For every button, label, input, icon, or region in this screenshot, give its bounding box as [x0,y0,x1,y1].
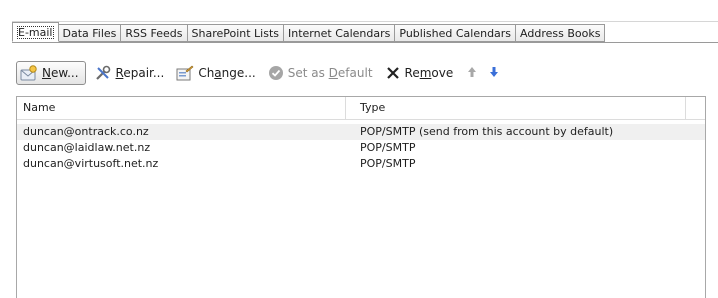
tab-sharepoint-lists[interactable]: SharePoint Lists [187,24,285,42]
top-divider [12,21,718,22]
list-item[interactable]: duncan@ontrack.co.nz POP/SMTP (send from… [17,124,705,140]
down-arrow-icon [489,66,499,81]
tab-strip: E-mail Data Files RSS Feeds SharePoint L… [12,22,606,43]
account-type: POP/SMTP [360,141,416,154]
new-account-icon [20,65,38,81]
account-name: duncan@ontrack.co.nz [23,125,149,138]
checkmark-circle-icon [268,65,284,81]
list-item[interactable]: duncan@laidlaw.net.nz POP/SMTP [17,140,705,156]
column-header-name[interactable]: Name [17,97,346,119]
account-toolbar: New... Repair... Change... Set as Defaul… [16,60,505,86]
remove-x-icon [385,65,401,81]
account-name: duncan@virtusoft.net.nz [23,157,159,170]
list-rows: duncan@ontrack.co.nz POP/SMTP (send from… [17,124,705,172]
account-list: Name Type duncan@ontrack.co.nz POP/SMTP … [16,96,706,298]
tab-address-books[interactable]: Address Books [516,24,606,42]
tab-rss-feeds[interactable]: RSS Feeds [121,24,188,42]
tab-email[interactable]: E-mail [12,22,59,42]
move-up-button[interactable] [461,61,483,85]
change-account-icon [176,65,194,81]
tab-published-calendars[interactable]: Published Calendars [395,24,517,42]
set-as-default-button[interactable]: Set as Default [264,61,377,85]
tab-internet-calendars[interactable]: Internet Calendars [284,24,396,42]
change-button[interactable]: Change... [172,61,259,85]
account-type: POP/SMTP (send from this account by defa… [360,125,614,138]
repair-button[interactable]: Repair... [90,61,169,85]
up-arrow-icon [467,66,477,81]
tab-data-files[interactable]: Data Files [58,24,122,42]
remove-button[interactable]: Remove [381,61,458,85]
tab-panel-border [12,42,718,43]
repair-tools-icon [94,65,112,81]
list-item[interactable]: duncan@virtusoft.net.nz POP/SMTP [17,156,705,172]
column-header-type[interactable]: Type [346,97,686,119]
account-name: duncan@laidlaw.net.nz [23,141,151,154]
account-type: POP/SMTP [360,157,416,170]
move-down-button[interactable] [483,61,505,85]
list-header: Name Type [17,97,705,120]
new-button[interactable]: New... [16,61,86,85]
